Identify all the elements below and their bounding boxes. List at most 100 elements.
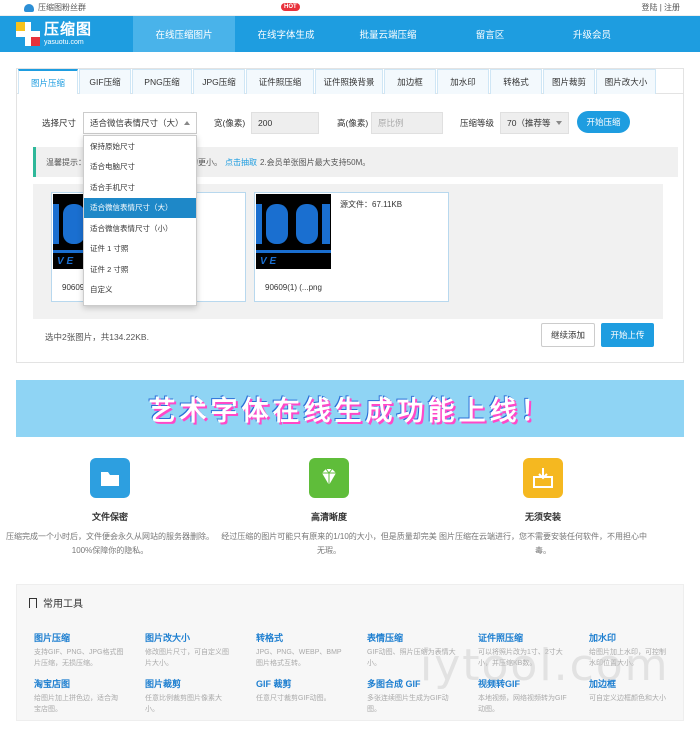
download-box-icon <box>523 458 563 498</box>
tool-link[interactable]: 证件照压缩 可以将照片改为1寸、2寸大小，并压缩KB数。 <box>478 631 568 669</box>
tool-title: 加边框 <box>589 679 617 689</box>
tool-link[interactable]: GIF 裁剪任意尺寸裁剪GIF动图。 <box>256 677 346 704</box>
tool-title: 表情压缩 <box>367 633 404 643</box>
tool-title: 证件照压缩 <box>478 633 524 643</box>
bookmark-icon <box>29 597 37 608</box>
tool-desc: 任意尺寸裁剪GIF动图。 <box>256 695 331 702</box>
dropdown-option[interactable]: 适合电脑尺寸 <box>84 157 196 178</box>
nav-upgrade-vip[interactable]: 升级会员 <box>541 16 643 52</box>
dropdown-option[interactable]: 适合手机尺寸 <box>84 177 196 198</box>
tool-title: 图片改大小 <box>145 633 191 643</box>
tool-link[interactable]: 图片压缩支持GIF、PNG、JPG格式图片压缩，无损压缩。 <box>34 631 124 669</box>
tools-title: 常用工具 <box>43 599 83 610</box>
tool-desc: GIF动图、照片压缩为表情大小。 <box>367 649 456 667</box>
tab-image-compress[interactable]: 图片压缩 <box>18 69 78 94</box>
top-bar: 压缩图粉丝群 登陆 | 注册 <box>0 0 700 16</box>
tool-desc: 可自定义边框颜色和大小 <box>589 695 666 702</box>
fans-group-link[interactable]: 压缩图粉丝群 <box>24 2 86 13</box>
caret-up-icon <box>184 121 190 125</box>
tool-link[interactable]: 加水印 给图片加上水印，可控制水印位置大小。 <box>589 631 669 669</box>
dropdown-option[interactable]: 自定义 <box>84 280 196 301</box>
site-logo[interactable]: 压缩图 yasuotu.com <box>0 16 133 52</box>
draw-link[interactable]: 点击抽取 <box>225 157 257 168</box>
size-label: 选择尺寸 <box>42 118 77 128</box>
register-link[interactable]: 注册 <box>664 3 680 12</box>
auth-links: 登陆 | 注册 <box>641 2 680 13</box>
tool-desc: 给图片加上水印，可控制水印位置大小。 <box>589 649 666 667</box>
common-tools-section: 常用工具 图片压缩支持GIF、PNG、JPG格式图片压缩，无损压缩。 图片改大小… <box>16 584 684 721</box>
dropdown-option[interactable]: 适合微信表情尺寸（小） <box>84 218 196 239</box>
start-upload-button[interactable]: 开始上传 <box>601 323 654 347</box>
size-dropdown-menu: 保持原始尺寸 适合电脑尺寸 适合手机尺寸 适合微信表情尺寸（大） 适合微信表情尺… <box>83 135 197 306</box>
tool-desc: 给图片加上拼色边，适合淘宝店图。 <box>34 695 118 713</box>
folder-icon <box>90 458 130 498</box>
tab-id-photo-background[interactable]: 证件照换背景 <box>315 69 383 94</box>
feature-title: 无须安装 <box>524 512 561 522</box>
tab-image-resize[interactable]: 图片改大小 <box>596 69 656 94</box>
tools-header: 常用工具 <box>29 595 83 610</box>
dropdown-option[interactable]: 保持原始尺寸 <box>84 136 196 157</box>
users-icon <box>24 3 34 12</box>
start-compress-button[interactable]: 开始压缩 <box>577 111 630 133</box>
continue-add-button[interactable]: 继续添加 <box>541 323 595 347</box>
tool-title: 视频转GIF <box>478 679 520 689</box>
file-name: 90609 <box>62 283 85 292</box>
fans-group-label: 压缩图粉丝群 <box>38 3 86 12</box>
width-label: 宽(像素) <box>214 118 246 128</box>
tool-link[interactable]: 多图合成 GIF 多张连续图片生成为GIF动图。 <box>367 677 457 715</box>
login-link[interactable]: 登陆 <box>641 3 657 12</box>
tool-link[interactable]: 表情压缩 GIF动图、照片压缩为表情大小。 <box>367 631 457 669</box>
tab-image-crop[interactable]: 图片裁剪 <box>543 69 595 94</box>
height-input[interactable]: 原比例 <box>371 112 443 134</box>
tool-link[interactable]: 图片裁剪 任意比例裁剪图片像素大小。 <box>145 677 235 715</box>
dropdown-option[interactable]: 证件 1 寸照 <box>84 239 196 260</box>
tool-desc: 多张连续图片生成为GIF动图。 <box>367 695 449 713</box>
image-thumbnail: V E <box>256 194 331 269</box>
file-card[interactable]: V E 源文件：67.11KB 90609(1) (...png <box>254 192 449 302</box>
dropdown-option-selected[interactable]: 适合微信表情尺寸（大） <box>84 197 196 218</box>
tool-link[interactable]: 转格式 JPG、PNG、WEBP、BMP图片格式互转。 <box>256 631 346 669</box>
tool-link[interactable]: 淘宝店图 给图片加上拼色边，适合淘宝店图。 <box>34 677 124 715</box>
tool-link[interactable]: 加边框可自定义边框颜色和大小 <box>589 677 669 704</box>
selection-summary: 选中2张图片，共134.22KB. <box>45 332 149 342</box>
level-select[interactable]: 70（推荐等 <box>500 112 569 134</box>
size-select[interactable]: 适合微信表情尺寸（大） <box>83 112 197 134</box>
tab-add-watermark[interactable]: 加水印 <box>437 69 489 94</box>
tool-link[interactable]: 视频转GIF 本地视频，网络视频转为GIF动图。 <box>478 677 568 715</box>
dropdown-option[interactable]: 证件 2 寸照 <box>84 259 196 280</box>
nav-online-compress[interactable]: 在线压缩图片 <box>133 16 235 52</box>
nav-font-generator[interactable]: 在线字体生成 HOT <box>235 3 337 52</box>
notice-prefix: 温馨提示： <box>46 157 86 167</box>
tool-title: 图片压缩 <box>34 633 71 643</box>
feature-no-install: 无须安装 图片压缩在云端进行，您不需要安装任何软件，不用担心中毒。 <box>433 458 653 558</box>
tool-desc: 本地视频，网络视频转为GIF动图。 <box>478 695 567 713</box>
banner-text: 艺术字体在线生成功能上线！ <box>148 396 552 426</box>
tool-title: 多图合成 GIF <box>367 679 421 689</box>
feature-title: 高清晰度 <box>310 512 347 522</box>
tab-gif-compress[interactable]: GIF压缩 <box>79 69 131 94</box>
tool-desc: JPG、PNG、WEBP、BMP图片格式互转。 <box>256 649 342 667</box>
nav-message-board[interactable]: 留言区 <box>439 16 541 52</box>
logo-icon <box>16 22 40 46</box>
tool-desc: 修改图片尺寸，可自定义图片大小。 <box>145 649 229 667</box>
file-name: 90609(1) (...png <box>265 283 322 292</box>
nav-batch-compress[interactable]: 批量云端压缩 <box>337 16 439 52</box>
tab-convert-format[interactable]: 转格式 <box>490 69 542 94</box>
tab-png-compress[interactable]: PNG压缩 <box>132 69 192 94</box>
auth-separator: | <box>659 3 662 12</box>
compress-options: 选择尺寸 适合微信表情尺寸（大） 宽(像素) 200 高(像素) 原比例 压缩等… <box>17 111 683 135</box>
logo-text: 压缩图 <box>44 21 93 38</box>
promo-banner[interactable]: 艺术字体在线生成功能上线！ <box>16 380 684 437</box>
width-input[interactable]: 200 <box>251 112 319 134</box>
feature-desc: 图片压缩在云端进行，您不需要安装任何软件，不用担心中毒。 <box>439 532 647 555</box>
tab-jpg-compress[interactable]: JPG压缩 <box>193 69 245 94</box>
tab-id-photo-compress[interactable]: 证件照压缩 <box>246 69 314 94</box>
tab-add-border[interactable]: 加边框 <box>384 69 436 94</box>
nav-font-generator-label: 在线字体生成 <box>257 30 315 41</box>
tool-title: GIF 裁剪 <box>256 679 292 689</box>
feature-desc: 经过压缩的图片可能只有原来的1/10的大小，但是质量却完美无瑕。 <box>221 532 437 555</box>
feature-privacy: 文件保密 压缩完成一个小时后，文件便会永久从网站的服务器删除。100%保障你的隐… <box>0 458 220 558</box>
tool-desc: 支持GIF、PNG、JPG格式图片压缩，无损压缩。 <box>34 649 124 667</box>
tool-tabs: 图片压缩 GIF压缩 PNG压缩 JPG压缩 证件照压缩 证件照换背景 加边框 … <box>17 69 683 94</box>
tool-link[interactable]: 图片改大小修改图片尺寸，可自定义图片大小。 <box>145 631 235 669</box>
